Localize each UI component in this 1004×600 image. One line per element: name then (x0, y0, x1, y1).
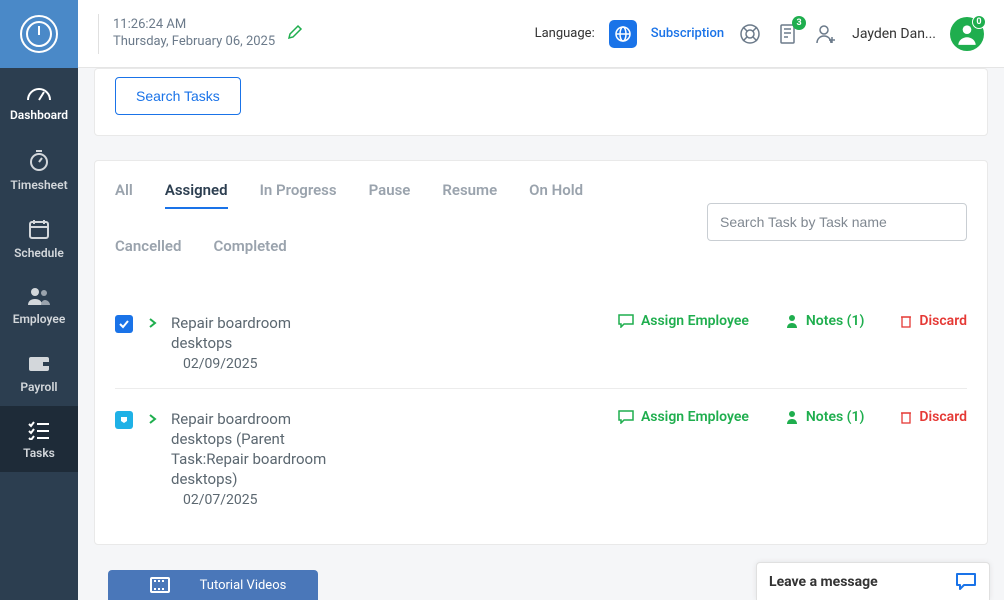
task-title: Repair boardroom desktops (171, 313, 331, 354)
subscription-link[interactable]: Subscription (651, 26, 724, 41)
topbar: 11:26:24 AM Thursday, February 06, 2025 … (78, 0, 1004, 68)
sidebar-item-label: Timesheet (10, 178, 67, 192)
chat-label: Leave a message (769, 574, 947, 590)
action-label: Notes (1) (806, 313, 865, 329)
trash-icon (900, 410, 912, 424)
calendar-icon (28, 218, 50, 240)
tab-on-hold[interactable]: On Hold (529, 181, 583, 209)
help-button[interactable] (738, 22, 762, 46)
tab-resume[interactable]: Resume (442, 181, 497, 209)
globe-icon (614, 25, 632, 43)
tutorial-videos-button[interactable]: Tutorial Videos (108, 570, 318, 600)
sidebar-item-label: Employee (13, 312, 66, 326)
edit-icon[interactable] (287, 24, 303, 44)
avatar[interactable]: 0 (950, 17, 984, 51)
sidebar: Dashboard Timesheet Schedule Employee Pa… (0, 0, 78, 600)
action-label: Discard (919, 313, 967, 329)
users-icon (26, 286, 52, 306)
chat-icon (618, 410, 634, 424)
sidebar-item-timesheet[interactable]: Timesheet (0, 134, 78, 204)
user-icon (785, 314, 799, 328)
clock-icon (20, 15, 58, 53)
add-user-button[interactable] (814, 22, 838, 46)
checklist-icon (27, 420, 51, 440)
tab-assigned[interactable]: Assigned (165, 181, 228, 209)
notes-button[interactable]: Notes (1) (785, 313, 865, 329)
task-row: Repair boardroom desktops 02/09/2025 Ass… (115, 293, 967, 389)
sidebar-item-dashboard[interactable]: Dashboard (0, 68, 78, 134)
tab-pause[interactable]: Pause (369, 181, 411, 209)
user-menu[interactable]: Jayden Dan... (852, 26, 936, 42)
user-icon (785, 410, 799, 424)
task-date: 02/07/2025 (183, 492, 331, 508)
task-title: Repair boardroom desktops (Parent Task:R… (171, 409, 331, 490)
search-tasks-button[interactable]: Search Tasks (115, 77, 241, 115)
documents-button[interactable]: 3 (776, 22, 800, 46)
sidebar-item-employee[interactable]: Employee (0, 272, 78, 338)
discard-button[interactable]: Discard (900, 409, 967, 425)
main-content: Search Tasks All Assigned In Progress Pa… (78, 68, 1004, 600)
gauge-icon (26, 82, 52, 102)
tutorial-label: Tutorial Videos (200, 578, 287, 593)
expand-icon[interactable] (147, 317, 157, 333)
user-plus-icon (815, 23, 837, 45)
date-text: Thursday, February 06, 2025 (113, 34, 275, 51)
chat-icon (618, 314, 634, 328)
sidebar-item-label: Dashboard (10, 108, 68, 122)
lifebuoy-icon (739, 23, 761, 45)
tab-completed[interactable]: Completed (213, 237, 286, 263)
sidebar-item-label: Schedule (14, 246, 64, 260)
assign-employee-button[interactable]: Assign Employee (618, 313, 749, 329)
sidebar-item-tasks[interactable]: Tasks (0, 406, 78, 472)
notes-button[interactable]: Notes (1) (785, 409, 865, 425)
tasks-card: All Assigned In Progress Pause Resume On… (94, 160, 988, 545)
language-button[interactable] (609, 20, 637, 48)
chat-widget[interactable]: Leave a message (756, 562, 990, 600)
sidebar-item-label: Tasks (23, 446, 55, 460)
chat-bubble-icon (955, 572, 977, 592)
task-search-input[interactable] (707, 203, 967, 241)
datetime: 11:26:24 AM Thursday, February 06, 2025 (113, 17, 275, 51)
trash-icon (900, 314, 912, 328)
task-checkbox[interactable] (115, 315, 133, 333)
avatar-badge: 0 (972, 15, 986, 29)
stopwatch-icon (27, 148, 51, 172)
check-icon (118, 318, 130, 330)
time-text: 11:26:24 AM (113, 17, 275, 34)
tab-in-progress[interactable]: In Progress (260, 181, 337, 209)
language-label: Language: (535, 26, 595, 41)
action-label: Assign Employee (641, 409, 749, 425)
tabs: All Assigned In Progress Pause Resume On… (115, 181, 675, 263)
badge: 3 (792, 16, 806, 30)
task-row: Repair boardroom desktops (Parent Task:R… (115, 389, 967, 524)
task-recurring-indicator[interactable] (115, 411, 133, 429)
sidebar-item-payroll[interactable]: Payroll (0, 338, 78, 406)
assign-employee-button[interactable]: Assign Employee (618, 409, 749, 425)
divider (98, 14, 99, 54)
search-tasks-card: Search Tasks (94, 68, 988, 136)
tab-cancelled[interactable]: Cancelled (115, 237, 181, 263)
action-label: Notes (1) (806, 409, 865, 425)
wallet-icon (27, 352, 51, 374)
app-logo[interactable] (0, 0, 78, 68)
expand-icon[interactable] (147, 413, 157, 429)
tab-all[interactable]: All (115, 181, 133, 209)
recurring-icon (118, 414, 130, 426)
sidebar-item-label: Payroll (20, 380, 57, 394)
action-label: Assign Employee (641, 313, 749, 329)
action-label: Discard (919, 409, 967, 425)
film-icon (150, 577, 170, 593)
task-date: 02/09/2025 (183, 356, 331, 372)
discard-button[interactable]: Discard (900, 313, 967, 329)
sidebar-item-schedule[interactable]: Schedule (0, 204, 78, 272)
